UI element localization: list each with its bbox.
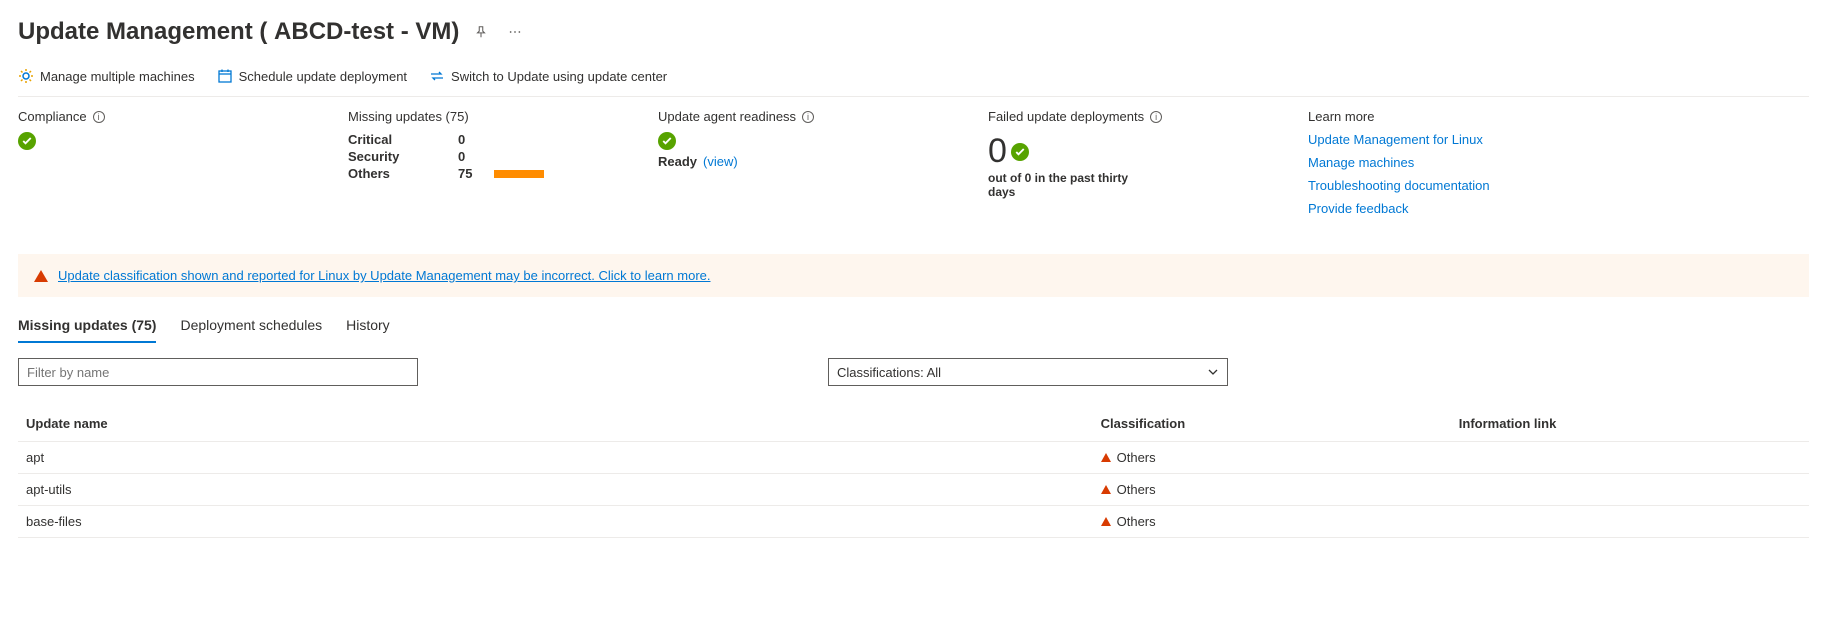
title-prefix: Update Management (	[18, 18, 274, 45]
missing-updates-title: Missing updates (75)	[348, 109, 469, 124]
learn-more-link[interactable]: Provide feedback	[1308, 201, 1568, 216]
warning-icon	[34, 270, 48, 282]
agent-readiness-title: Update agent readiness	[658, 109, 796, 124]
warning-icon	[1101, 517, 1111, 526]
cell-information-link	[1451, 442, 1809, 474]
cell-information-link	[1451, 474, 1809, 506]
tab-deployment-schedules[interactable]: Deployment schedules	[180, 317, 322, 343]
cell-classification: Others	[1093, 474, 1451, 506]
title-account: ABCD	[274, 18, 343, 45]
classification-warning-banner: Update classification shown and reported…	[18, 254, 1809, 297]
schedule-deployment-label: Schedule update deployment	[239, 69, 407, 84]
switch-update-center-label: Switch to Update using update center	[451, 69, 667, 84]
compliance-title: Compliance	[18, 109, 87, 124]
learn-more-link[interactable]: Troubleshooting documentation	[1308, 178, 1568, 193]
swap-icon	[429, 68, 445, 84]
missing-row-label: Security	[348, 149, 458, 164]
missing-row: Critical0	[348, 132, 628, 147]
warning-icon	[1101, 485, 1111, 494]
learn-more-title: Learn more	[1308, 109, 1374, 124]
tab-history[interactable]: History	[346, 317, 390, 343]
col-information-link[interactable]: Information link	[1451, 406, 1809, 442]
cell-classification: Others	[1093, 506, 1451, 538]
filters: Classifications: All	[18, 358, 1809, 386]
failed-deployments-subtext: out of 0 in the past thirty days	[988, 171, 1148, 199]
cell-update-name: apt-utils	[18, 474, 1093, 506]
missing-row-label: Critical	[348, 132, 458, 147]
manage-machines-button[interactable]: Manage multiple machines	[18, 68, 195, 84]
missing-row-value: 75	[458, 166, 488, 181]
info-icon[interactable]: i	[802, 111, 814, 123]
table-row[interactable]: base-filesOthers	[18, 506, 1809, 538]
updates-table: Update name Classification Information l…	[18, 406, 1809, 538]
learn-more-link[interactable]: Manage machines	[1308, 155, 1568, 170]
agent-ready-text: Ready	[658, 154, 697, 169]
agent-readiness-card: Update agent readiness i Ready (view)	[658, 109, 958, 224]
missing-row-value: 0	[458, 149, 488, 164]
missing-updates-card: Missing updates (75) Critical0Security0O…	[348, 109, 628, 224]
failed-deployments-card: Failed update deployments i 0 out of 0 i…	[988, 109, 1278, 224]
classifications-dropdown[interactable]: Classifications: All	[828, 358, 1228, 386]
info-icon[interactable]: i	[93, 111, 105, 123]
toolbar: Manage multiple machines Schedule update…	[18, 64, 1809, 97]
tabs: Missing updates (75) Deployment schedule…	[18, 317, 1809, 344]
col-update-name[interactable]: Update name	[18, 406, 1093, 442]
pin-icon[interactable]	[469, 20, 493, 44]
warning-icon	[1101, 453, 1111, 462]
info-icon[interactable]: i	[1150, 111, 1162, 123]
missing-row-value: 0	[458, 132, 488, 147]
table-row[interactable]: apt-utilsOthers	[18, 474, 1809, 506]
missing-row-bar	[494, 170, 544, 178]
learn-more-link[interactable]: Update Management for Linux	[1308, 132, 1568, 147]
classification-warning-link[interactable]: Update classification shown and reported…	[58, 268, 711, 283]
cell-classification: Others	[1093, 442, 1451, 474]
compliance-card: Compliance i	[18, 109, 318, 224]
missing-row-label: Others	[348, 166, 458, 181]
learn-more-card: Learn more Update Management for Linux Ma…	[1308, 109, 1568, 224]
check-icon	[658, 132, 676, 150]
cell-update-name: base-files	[18, 506, 1093, 538]
failed-deployments-title: Failed update deployments	[988, 109, 1144, 124]
chevron-down-icon	[1207, 366, 1219, 378]
page-header: Update Management ( ABCD-test - VM)	[18, 18, 1809, 46]
title-suffix: -test - VM)	[343, 18, 459, 45]
manage-machines-label: Manage multiple machines	[40, 69, 195, 84]
agent-view-link[interactable]: (view)	[703, 154, 738, 169]
calendar-icon	[217, 68, 233, 84]
check-icon	[18, 132, 36, 150]
filter-by-name-input[interactable]	[18, 358, 418, 386]
col-classification[interactable]: Classification	[1093, 406, 1451, 442]
tab-missing-updates[interactable]: Missing updates (75)	[18, 317, 156, 343]
summary-cards: Compliance i Missing updates (75) Critic…	[18, 109, 1809, 224]
table-row[interactable]: aptOthers	[18, 442, 1809, 474]
gear-icon	[18, 68, 34, 84]
failed-deployments-count: 0	[988, 132, 1007, 171]
missing-row: Others75	[348, 166, 628, 181]
check-icon	[1011, 143, 1029, 161]
page-title: Update Management ( ABCD-test - VM)	[18, 18, 459, 46]
table-header-row: Update name Classification Information l…	[18, 406, 1809, 442]
missing-row: Security0	[348, 149, 628, 164]
classifications-label: Classifications: All	[837, 365, 941, 380]
cell-update-name: apt	[18, 442, 1093, 474]
schedule-deployment-button[interactable]: Schedule update deployment	[217, 68, 407, 84]
more-icon[interactable]	[503, 20, 527, 44]
switch-update-center-button[interactable]: Switch to Update using update center	[429, 68, 667, 84]
cell-information-link	[1451, 506, 1809, 538]
